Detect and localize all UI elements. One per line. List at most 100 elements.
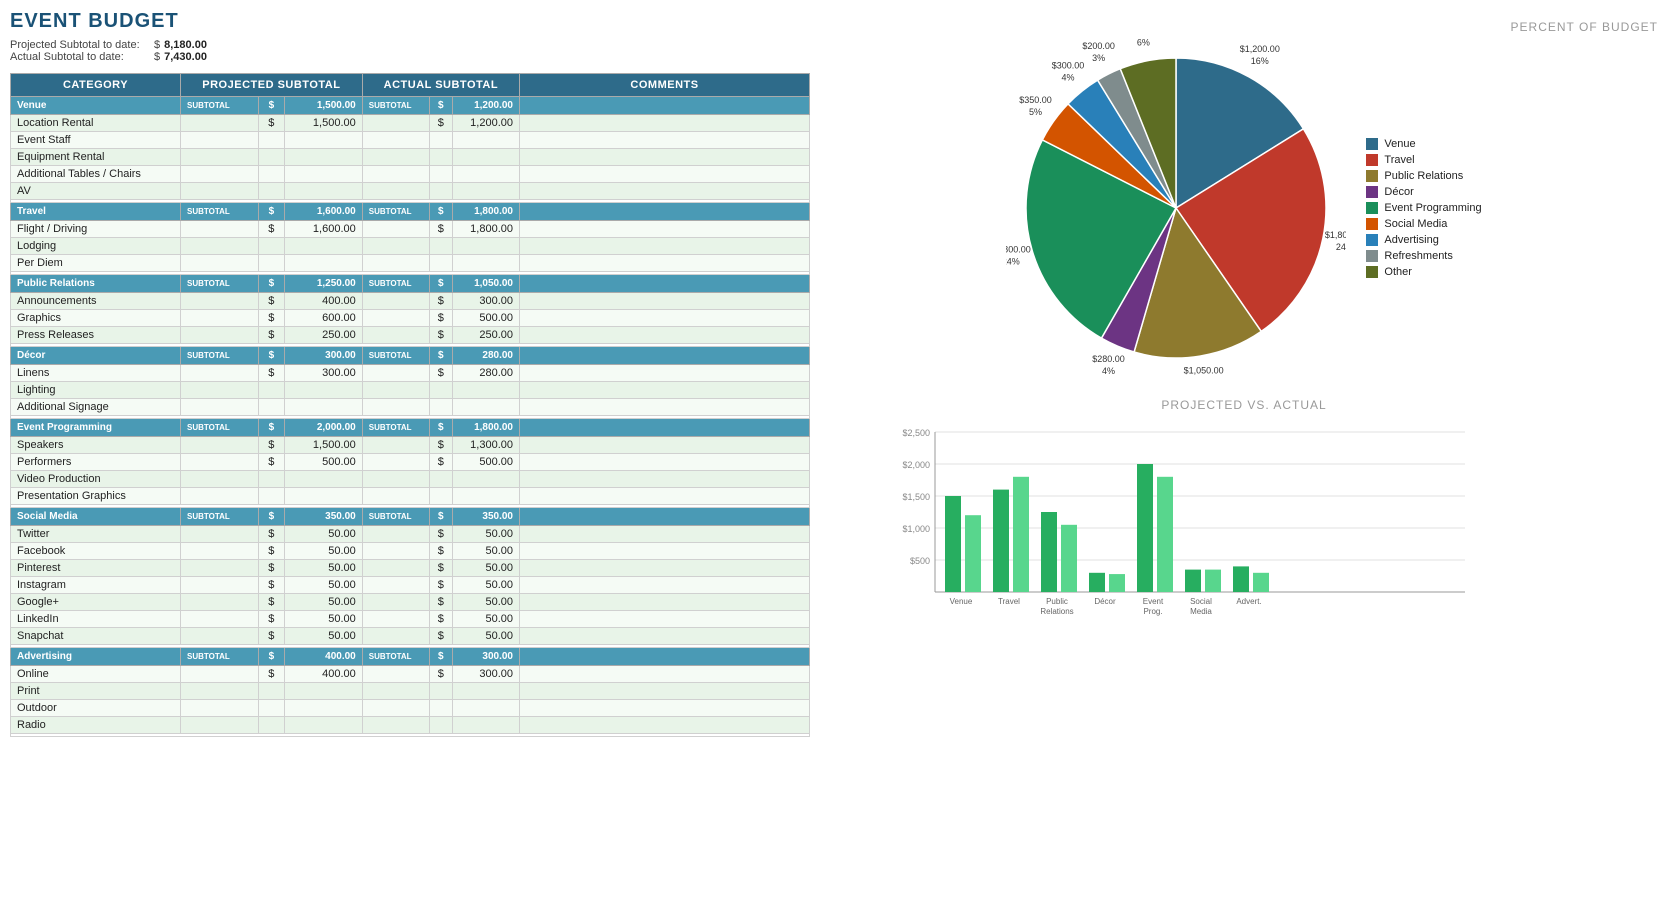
category-name: Travel	[11, 203, 181, 221]
legend-label: Social Media	[1384, 218, 1447, 230]
budget-table: CATEGORY PROJECTED SUBTOTAL ACTUAL SUBTO…	[10, 73, 810, 737]
category-row: Venue SUBTOTAL $ 1,500.00 SUBTOTAL $ 1,2…	[11, 97, 810, 115]
y-axis-label: $1,500	[902, 492, 930, 502]
projected-label: Projected Subtotal to date:	[10, 39, 150, 51]
bar-projected	[993, 490, 1009, 592]
category-row: Décor SUBTOTAL $ 300.00 SUBTOTAL $ 280.0…	[11, 347, 810, 365]
category-row: Event Programming SUBTOTAL $ 2,000.00 SU…	[11, 419, 810, 437]
table-row: Performers $ 500.00 $ 500.00	[11, 454, 810, 471]
category-name: Advertising	[11, 648, 181, 666]
category-name: Event Programming	[11, 419, 181, 437]
legend-color-box	[1366, 186, 1378, 198]
legend-item: Travel	[1366, 154, 1481, 166]
legend-item: Event Programming	[1366, 202, 1481, 214]
bar-category-label: Media	[1190, 607, 1212, 616]
category-name: Décor	[11, 347, 181, 365]
pie-label-value: $350.00	[1020, 95, 1053, 105]
legend-color-box	[1366, 138, 1378, 150]
category-name: Public Relations	[11, 275, 181, 293]
table-row: Additional Tables / Chairs	[11, 166, 810, 183]
bar-projected	[1185, 570, 1201, 592]
pie-chart-title: PERCENT OF BUDGET	[830, 20, 1658, 34]
bar-chart-title: PROJECTED vs. ACTUAL	[830, 398, 1658, 412]
projected-dollar: $	[154, 39, 160, 51]
table-row: Flight / Driving $ 1,600.00 $ 1,800.00	[11, 221, 810, 238]
pie-label-value: $1,800.00	[1325, 230, 1346, 240]
table-row: Additional Signage	[11, 399, 810, 416]
header-category: CATEGORY	[11, 74, 181, 97]
pie-label-percent: 24%	[1006, 256, 1020, 266]
table-row: Speakers $ 1,500.00 $ 1,300.00	[11, 437, 810, 454]
pie-label-percent: 5%	[1029, 107, 1042, 117]
table-row: AV	[11, 183, 810, 200]
pie-legend: Venue Travel Public Relations Décor Even…	[1366, 138, 1481, 278]
table-row: Press Releases $ 250.00 $ 250.00	[11, 327, 810, 344]
legend-item: Refreshments	[1366, 250, 1481, 262]
table-row: Presentation Graphics	[11, 488, 810, 505]
pie-label-percent: 4%	[1102, 366, 1115, 376]
table-row: Pinterest $ 50.00 $ 50.00	[11, 560, 810, 577]
spacer-row	[11, 734, 810, 737]
pie-label-percent: 14%	[1195, 377, 1213, 378]
y-axis-label: $2,000	[902, 460, 930, 470]
legend-label: Travel	[1384, 154, 1414, 166]
legend-item: Venue	[1366, 138, 1481, 150]
legend-item: Advertising	[1366, 234, 1481, 246]
table-row: Announcements $ 400.00 $ 300.00	[11, 293, 810, 310]
header-projected: PROJECTED SUBTOTAL	[181, 74, 363, 97]
category-name: Venue	[11, 97, 181, 115]
bar-category-label: Relations	[1040, 607, 1073, 616]
table-row: Equipment Rental	[11, 149, 810, 166]
table-row: Per Diem	[11, 255, 810, 272]
header-comments: COMMENTS	[520, 74, 810, 97]
table-row: Lighting	[11, 382, 810, 399]
bar-actual	[1061, 525, 1077, 592]
pie-label-value: $1,800.00	[1006, 244, 1031, 254]
legend-label: Advertising	[1384, 234, 1438, 246]
page-title: EVENT BUDGET	[10, 10, 810, 33]
actual-dollar: $	[154, 51, 160, 63]
y-axis-label: $1,000	[902, 524, 930, 534]
bar-category-label: Venue	[950, 597, 973, 606]
table-row: Facebook $ 50.00 $ 50.00	[11, 543, 810, 560]
table-row: Instagram $ 50.00 $ 50.00	[11, 577, 810, 594]
legend-color-box	[1366, 234, 1378, 246]
bar-projected	[1137, 464, 1153, 592]
category-row: Social Media SUBTOTAL $ 350.00 SUBTOTAL …	[11, 508, 810, 526]
bar-category-label: Event	[1143, 597, 1164, 606]
table-row: Event Staff	[11, 132, 810, 149]
pie-chart-section: $1,200.0016%$1,800.0024%$1,050.0014%$280…	[830, 38, 1658, 378]
legend-color-box	[1366, 218, 1378, 230]
bar-projected	[1089, 573, 1105, 592]
category-name: Social Media	[11, 508, 181, 526]
y-axis-label: $2,500	[902, 428, 930, 438]
legend-label: Refreshments	[1384, 250, 1452, 262]
pie-label-value: $1,050.00	[1184, 365, 1224, 375]
pie-label-value: $200.00	[1083, 41, 1116, 51]
pie-label-value: $1,200.00	[1240, 44, 1280, 54]
table-row: Google+ $ 50.00 $ 50.00	[11, 594, 810, 611]
bar-actual	[1109, 574, 1125, 592]
pie-label-percent: 3%	[1093, 53, 1106, 63]
category-row: Advertising SUBTOTAL $ 400.00 SUBTOTAL $…	[11, 648, 810, 666]
bar-actual	[965, 515, 981, 592]
pie-label-percent: 6%	[1137, 38, 1150, 48]
table-row: Online $ 400.00 $ 300.00	[11, 666, 810, 683]
legend-label: Public Relations	[1384, 170, 1463, 182]
pie-label-value: $300.00	[1052, 60, 1085, 70]
summary-section: Projected Subtotal to date: $ 8,180.00 A…	[10, 39, 810, 63]
legend-color-box	[1366, 250, 1378, 262]
table-row: Print	[11, 683, 810, 700]
legend-color-box	[1366, 202, 1378, 214]
pie-label-percent: 4%	[1062, 72, 1075, 82]
bar-projected	[945, 496, 961, 592]
table-row: Snapchat $ 50.00 $ 50.00	[11, 628, 810, 645]
legend-item: Décor	[1366, 186, 1481, 198]
right-panel: PERCENT OF BUDGET $1,200.00 16% $1,800.00 2…	[820, 10, 1668, 897]
legend-item: Public Relations	[1366, 170, 1481, 182]
table-row: LinkedIn $ 50.00 $ 50.00	[11, 611, 810, 628]
pie-label-percent: 16%	[1251, 56, 1269, 66]
actual-label: Actual Subtotal to date:	[10, 51, 150, 63]
bar-category-label: Travel	[998, 597, 1020, 606]
actual-value: 7,430.00	[164, 51, 207, 63]
